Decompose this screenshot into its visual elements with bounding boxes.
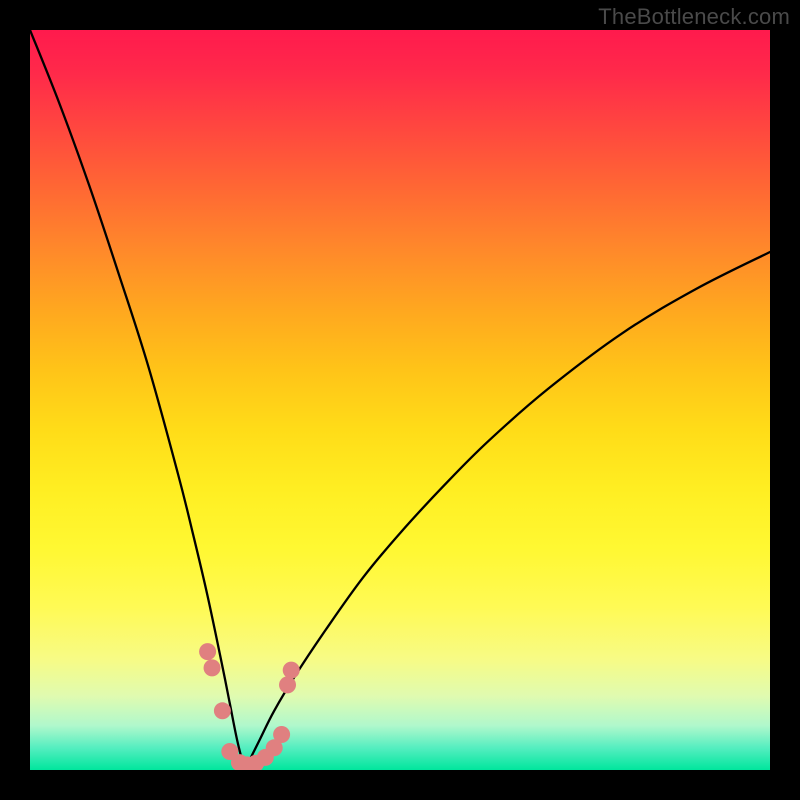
- right-dot-b: [283, 662, 300, 679]
- left-dot-c: [214, 702, 231, 719]
- floor-dot-7: [273, 726, 290, 743]
- plot-area: [30, 30, 770, 770]
- chart-frame: TheBottleneck.com: [0, 0, 800, 800]
- left-dot-a: [199, 643, 216, 660]
- data-points-group: [199, 643, 300, 770]
- data-points: [30, 30, 770, 770]
- watermark-text: TheBottleneck.com: [598, 4, 790, 30]
- right-dot-a: [279, 676, 296, 693]
- left-dot-b: [204, 659, 221, 676]
